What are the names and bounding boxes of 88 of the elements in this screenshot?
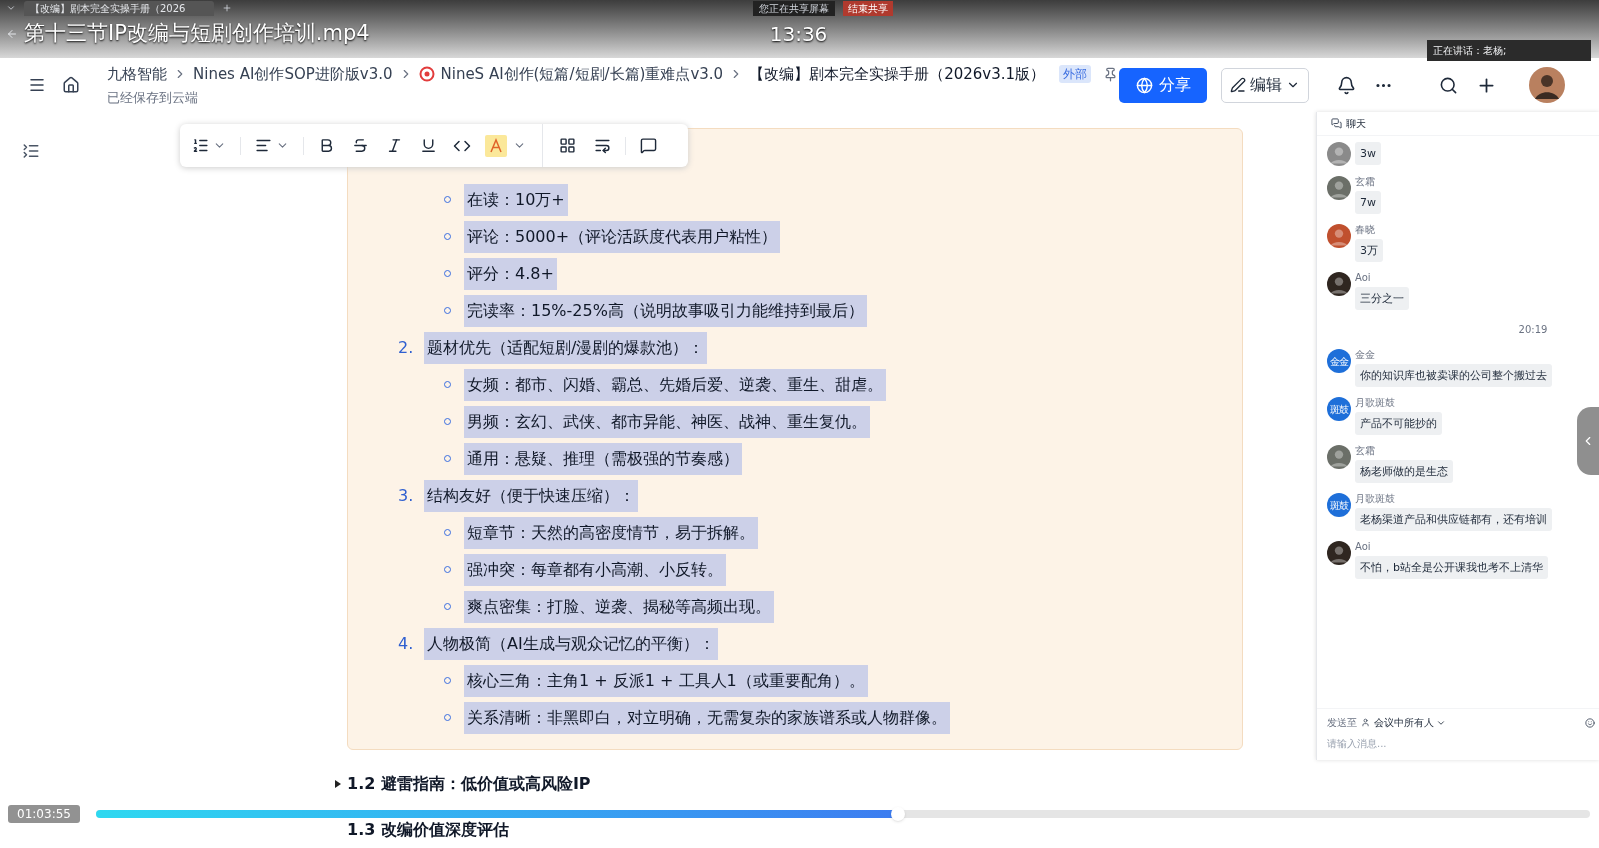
search-icon[interactable] [1439, 75, 1458, 95]
collapse-triangle-icon[interactable] [333, 779, 343, 789]
send-to-label: 发送至 [1327, 716, 1357, 730]
elapsed-time: 01:03:55 [8, 805, 80, 823]
video-title: 第十三节IP改编与短剧创作培训.mp4 [24, 20, 370, 48]
section-heading: 1.2 避雷指南：低价值或高风险IP [347, 773, 591, 795]
emoji-icon[interactable] [1585, 717, 1595, 728]
pin-icon[interactable] [1103, 66, 1119, 82]
chat-sender-name: 金金 [1355, 349, 1375, 361]
recipient-dropdown[interactable]: 会议中所有人 [1374, 715, 1446, 730]
list-item-text: 关系清晰：非黑即白，对立明确，无需复杂的家族谱系或人物群像。 [464, 701, 950, 734]
list-item-text: 短章节：天然的高密度情节，易于拆解。 [464, 516, 758, 549]
numbered-list-icon[interactable] [192, 137, 226, 154]
breadcrumb-link[interactable]: 【改编】剧本完全实操手册（2026v3.1版） [749, 63, 1046, 86]
stop-sharing-button[interactable]: 结束共享 [843, 0, 893, 16]
breadcrumb-link[interactable]: 九格智能 [107, 63, 167, 86]
list-item-text: 女频：都市、闪婚、霸总、先婚后爱、逆袭、重生、甜虐。 [464, 368, 886, 401]
blocks-icon[interactable] [559, 137, 576, 154]
section-heading: 1.3 改编价值深度评估 [347, 819, 509, 841]
list-item-text: 评论：5000+（评论活跃度代表用户粘性） [464, 220, 781, 253]
share-button[interactable]: 分享 [1119, 67, 1207, 103]
chat-message: 3w [1355, 142, 1381, 165]
progress-track[interactable] [96, 810, 1590, 818]
chat-message: 不怕，b站全是公开课我也考不上清华 [1355, 556, 1548, 579]
chat-sender-name: 春晓 [1355, 224, 1375, 236]
chat-message: 7w [1355, 191, 1381, 214]
speaking-indicator: 正在讲话：老杨; [1427, 40, 1591, 61]
save-status: 已经保存到云端 [107, 88, 199, 107]
list-item-text: 人物极简（AI生成与观众记忆的平衡）： [424, 627, 718, 660]
underline-icon[interactable] [420, 137, 437, 154]
chat-sender-name: 玄霜 [1355, 176, 1375, 188]
collapse-handle[interactable] [1577, 407, 1599, 475]
list-item-text: 结构友好（便于快速压缩）： [424, 479, 638, 512]
progress-thumb[interactable] [891, 807, 906, 821]
target-icon [418, 66, 435, 83]
chat-icon [1331, 118, 1342, 129]
list-item-text: 男频：玄幻、武侠、都市异能、神医、战神、重生复仇。 [464, 405, 870, 438]
list-item-text: 核心三角：主角1 + 反派1 + 工具人1（或重要配角）。 [464, 664, 868, 697]
person-icon [1361, 718, 1370, 727]
avatar-icon[interactable] [1529, 67, 1565, 103]
strikethrough-icon[interactable] [352, 137, 369, 154]
text-color-icon[interactable] [485, 134, 507, 157]
home-icon[interactable] [62, 76, 80, 94]
chat-message: 3万 [1355, 239, 1383, 262]
chat-title: 聊天 [1346, 117, 1366, 131]
list-item-text: 在读：10万+ [464, 183, 568, 216]
share-status: 您正在共享屏幕 [753, 0, 835, 16]
external-tag: 外部 [1059, 65, 1092, 84]
list-item-text: 完读率：15%-25%高（说明故事吸引力能维持到最后） [464, 294, 867, 327]
chat-sender-name: Aoi [1355, 541, 1371, 553]
chat-message: 老杨渠道产品和供应链都有，还有培训 [1355, 508, 1552, 531]
list-number: 3. [398, 484, 415, 507]
chat-message: 三分之一 [1355, 287, 1409, 310]
sidebar-toggle-icon[interactable] [28, 76, 46, 94]
outline-icon[interactable] [22, 142, 40, 160]
video-clock: 13:36 [769, 21, 828, 48]
globe-icon [1135, 76, 1153, 94]
list-item-text: 通用：悬疑、推理（需极强的节奏感） [464, 442, 742, 475]
list-number: 2. [398, 336, 415, 359]
list-number: 4. [398, 632, 415, 655]
pencil-icon [1230, 77, 1246, 93]
breadcrumb-link[interactable]: Nines AI创作SOP进阶版v3.0 [193, 63, 393, 86]
align-left-icon[interactable] [255, 137, 289, 154]
list-item-text: 强冲突：每章都有小高潮、小反转。 [464, 553, 726, 586]
edit-button[interactable]: 编辑 [1221, 67, 1309, 103]
chat-sender-name: 玄霜 [1355, 445, 1375, 457]
chat-message: 你的知识库也被卖课的公司整个搬过去 [1355, 364, 1552, 387]
avatar-initials: 金金 [1327, 349, 1351, 373]
avatar-initials: 斑鼓 [1327, 397, 1351, 421]
comment-icon[interactable] [640, 137, 657, 154]
list-item-text: 评分：4.8+ [464, 257, 557, 290]
italic-icon[interactable] [386, 137, 403, 154]
chat-message: 产品不可能抄的 [1355, 412, 1442, 435]
message-input[interactable]: 请输入消息... [1327, 736, 1589, 751]
chat-sender-name: 月歌斑鼓 [1355, 493, 1395, 505]
chat-message: 杨老师做的是生态 [1355, 460, 1453, 483]
chat-sender-name: 月歌斑鼓 [1355, 397, 1395, 409]
new-tab-icon[interactable] [222, 3, 232, 13]
chat-timestamp: 20:19 [1518, 323, 1548, 337]
avatar-initials: 斑鼓 [1327, 493, 1351, 517]
notification-icon[interactable] [1337, 75, 1356, 95]
chat-sender-name: Aoi [1355, 272, 1371, 284]
list-item-text: 爽点密集：打脸、逆袭、揭秘等高频出现。 [464, 590, 774, 623]
text-wrap-icon[interactable] [594, 137, 611, 154]
browser-tab[interactable]: 【改编】剧本完全实操手册（2026 [24, 0, 214, 16]
list-item-text: 题材优先（适配短剧/漫剧的爆款池）： [424, 331, 708, 364]
tab-list-icon[interactable] [6, 3, 16, 13]
breadcrumb-link[interactable]: NineS AI创作(短篇/短剧/长篇)重难点v3.0 [440, 63, 724, 86]
